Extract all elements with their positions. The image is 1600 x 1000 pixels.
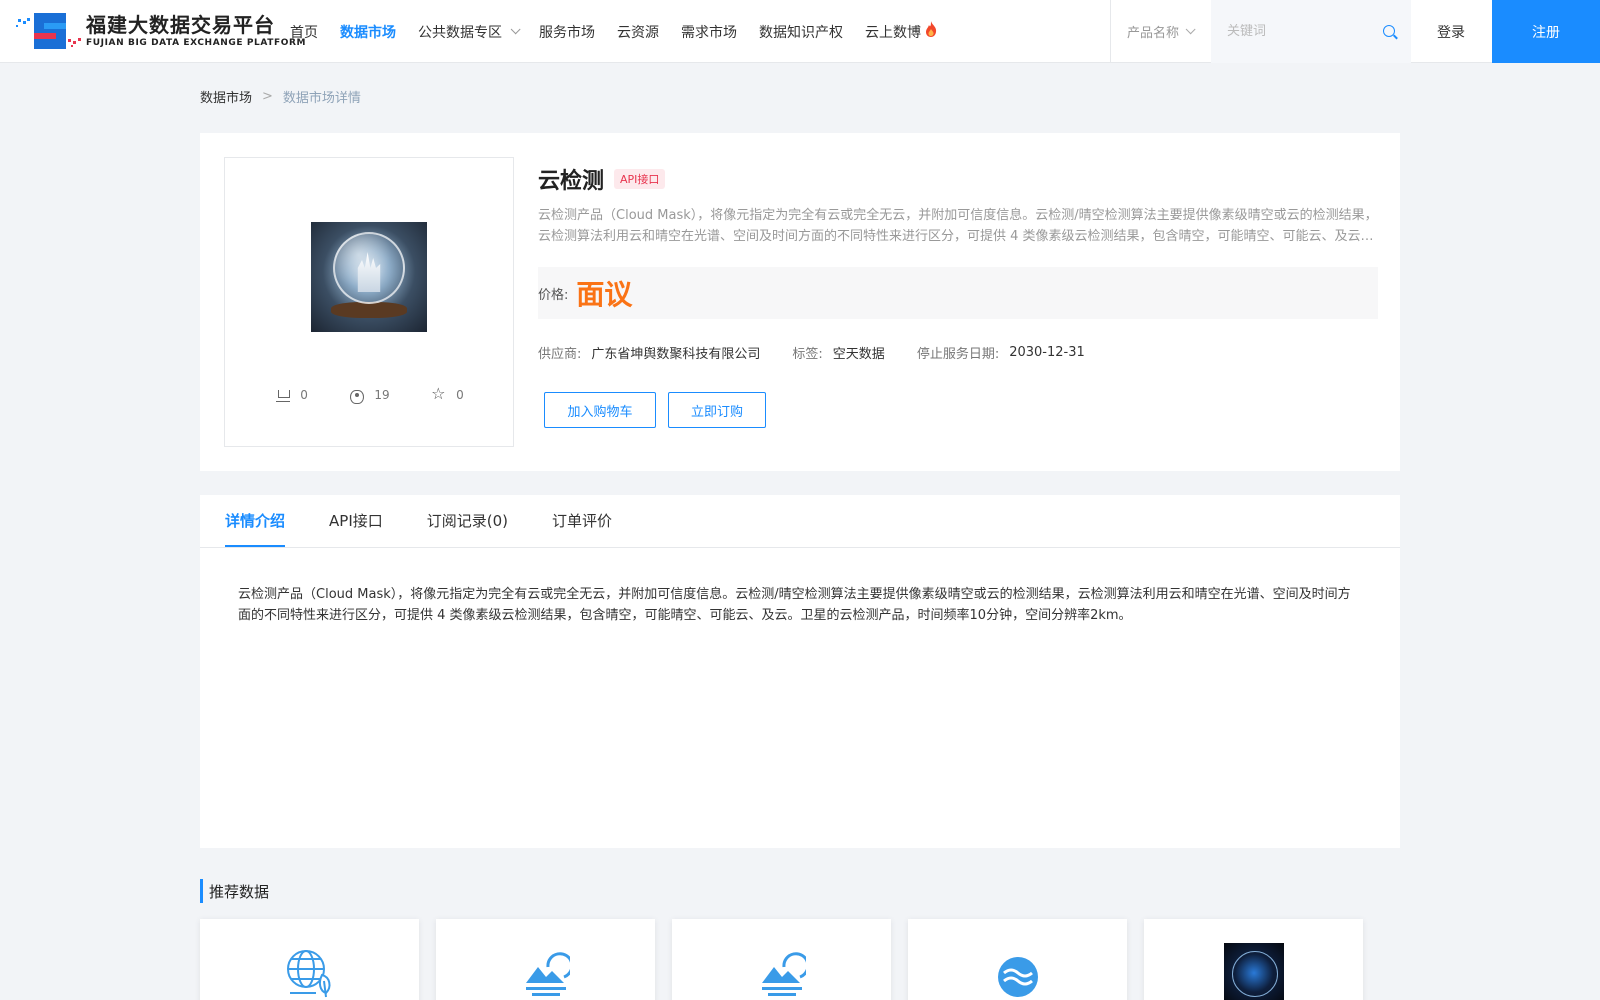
eye-icon xyxy=(350,390,365,404)
price-label: 价格: xyxy=(538,287,569,303)
recommend-title: 推荐数据 xyxy=(200,879,269,903)
cart-icon xyxy=(276,388,291,402)
recommend-card[interactable] xyxy=(200,919,419,1000)
register-button[interactable]: 注册 xyxy=(1492,0,1600,63)
breadcrumb-separator: > xyxy=(262,89,273,104)
nav-home-label: 首页 xyxy=(290,24,318,41)
nav-data-ip[interactable]: 数据知识产权 xyxy=(759,22,843,42)
star-icon[interactable] xyxy=(431,384,446,403)
recommend-list xyxy=(200,919,1400,1000)
logo-mark-icon xyxy=(16,13,81,49)
product-card: 0 19 0 云检测 API接口 云检测产品（Cloud Mask），将像元指定… xyxy=(200,133,1400,471)
price-row: 价格: 面议 xyxy=(538,267,1378,319)
add-to-cart-button[interactable]: 加入购物车 xyxy=(544,392,656,428)
nav-cloud-expo[interactable]: 云上数博 xyxy=(865,20,939,42)
nav-home[interactable]: 首页 xyxy=(290,22,318,42)
api-badge: API接口 xyxy=(614,169,666,189)
tab-api[interactable]: API接口 xyxy=(329,494,383,547)
globe-leaf-icon xyxy=(287,950,331,998)
favorite-count[interactable]: 0 xyxy=(431,384,464,403)
search-type-label: 产品名称 xyxy=(1127,26,1180,41)
nav-cloud-expo-label: 云上数博 xyxy=(865,24,921,41)
breadcrumb: 数据市场 > 数据市场详情 xyxy=(200,87,361,106)
product-info: 云检测 API接口 云检测产品（Cloud Mask），将像元指定为完全有云或完… xyxy=(538,157,1378,428)
login-button[interactable]: 登录 xyxy=(1410,0,1492,63)
search-area: 产品名称 xyxy=(1110,0,1411,63)
sun-cloud-icon xyxy=(762,952,806,996)
nav-service-market[interactable]: 服务市场 xyxy=(539,22,595,42)
search-icon[interactable] xyxy=(1383,25,1395,37)
water-wave-icon xyxy=(998,957,1038,997)
tag-label: 标签: xyxy=(792,347,823,362)
recommend-card[interactable] xyxy=(1144,919,1363,1000)
main-nav: 首页 数据市场 公共数据专区 服务市场 云资源 需求市场 数据知识产权 云上数博 xyxy=(290,0,961,63)
recommend-card[interactable] xyxy=(672,919,891,1000)
search-box xyxy=(1211,0,1411,63)
logo-title-en: FUJIAN BIG DATA EXCHANGE PLATFORM xyxy=(86,38,307,48)
nav-data-market[interactable]: 数据市场 xyxy=(340,22,396,42)
search-type-select[interactable]: 产品名称 xyxy=(1111,0,1211,63)
nav-demand-market-label: 需求市场 xyxy=(681,24,737,41)
tab-detail[interactable]: 详情介绍 xyxy=(225,494,286,547)
chevron-down-icon xyxy=(1185,24,1196,35)
product-meta: 供应商: 广东省坤舆数聚科技有限公司 标签: 空天数据 停止服务日期: 2030… xyxy=(538,343,1378,362)
end-date-label: 停止服务日期: xyxy=(916,347,1000,362)
nav-demand-market[interactable]: 需求市场 xyxy=(681,22,737,42)
price-value: 面议 xyxy=(576,278,633,311)
breadcrumb-root[interactable]: 数据市场 xyxy=(200,87,252,106)
sun-cloud-icon xyxy=(526,952,570,996)
end-date-value: 2030-12-31 xyxy=(1009,345,1085,360)
earth-photo xyxy=(1224,943,1284,1000)
nav-cloud-resource-label: 云资源 xyxy=(617,24,659,41)
favorite-count-value: 0 xyxy=(456,388,464,402)
nav-cloud-resource[interactable]: 云资源 xyxy=(617,22,659,42)
tab-subscriptions[interactable]: 订阅记录(0) xyxy=(427,494,508,547)
recommend-card[interactable] xyxy=(908,919,1127,1000)
fire-icon xyxy=(926,20,937,37)
view-count: 19 xyxy=(350,388,390,404)
supplier-value: 广东省坤舆数聚科技有限公司 xyxy=(591,347,761,362)
supplier-label: 供应商: xyxy=(538,347,582,362)
platform-logo[interactable]: 福建大数据交易平台 FUJIAN BIG DATA EXCHANGE PLATF… xyxy=(16,9,306,53)
nav-data-market-label: 数据市场 xyxy=(340,24,396,41)
recommend-card[interactable] xyxy=(436,919,655,1000)
product-description: 云检测产品（Cloud Mask），将像元指定为完全有云或完全无云，并附加可信度… xyxy=(538,208,1378,244)
buy-now-button[interactable]: 立即订购 xyxy=(668,392,766,428)
cart-count: 0 xyxy=(276,388,308,402)
nav-service-market-label: 服务市场 xyxy=(539,24,595,41)
nav-data-ip-label: 数据知识产权 xyxy=(759,24,843,41)
detail-tabs-card: 详情介绍 API接口 订阅记录(0) 订单评价 云检测产品（Cloud Mask… xyxy=(200,495,1400,848)
product-stats: 0 19 0 xyxy=(225,384,515,404)
top-header: 福建大数据交易平台 FUJIAN BIG DATA EXCHANGE PLATF… xyxy=(0,0,1600,63)
nav-public-data[interactable]: 公共数据专区 xyxy=(418,22,521,42)
tag-value: 空天数据 xyxy=(832,347,885,362)
nav-public-data-label: 公共数据专区 xyxy=(418,24,502,41)
detail-tabs: 详情介绍 API接口 订阅记录(0) 订单评价 xyxy=(200,495,1400,548)
logo-title-cn: 福建大数据交易平台 xyxy=(86,13,275,37)
cart-count-value: 0 xyxy=(300,388,308,402)
breadcrumb-current: 数据市场详情 xyxy=(282,91,361,106)
search-input[interactable] xyxy=(1227,24,1377,39)
product-image-box: 0 19 0 xyxy=(224,157,514,447)
product-title: 云检测 xyxy=(538,169,605,194)
chevron-down-icon xyxy=(510,24,521,35)
view-count-value: 19 xyxy=(374,388,390,402)
tab-content: 云检测产品（Cloud Mask），将像元指定为完全有云或完全无云，并附加可信度… xyxy=(238,587,1351,623)
product-image xyxy=(311,222,427,332)
tab-reviews[interactable]: 订单评价 xyxy=(552,494,612,547)
